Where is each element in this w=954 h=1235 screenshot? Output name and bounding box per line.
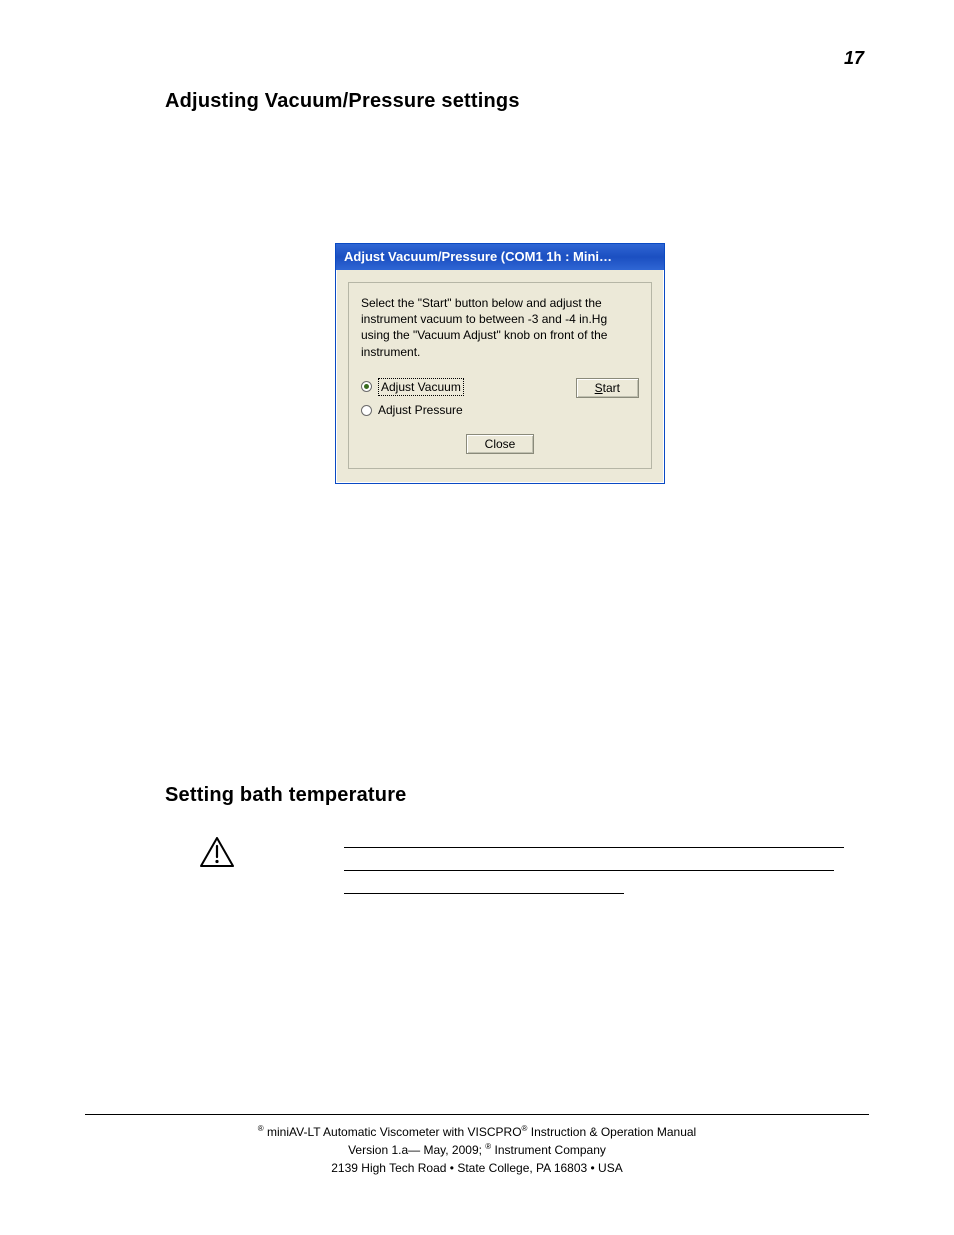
- radio-group-adjust-mode: Adjust Vacuum Adjust Pressure: [361, 378, 464, 418]
- footer-line-1-post: Instruction & Operation Manual: [527, 1125, 696, 1139]
- caution-triangle-icon: [200, 837, 234, 867]
- footer-line-2a: Version 1.a— May, 2009;: [348, 1143, 485, 1157]
- radio-indicator-selected-icon: [361, 381, 372, 392]
- heading-setting-bath-temperature: Setting bath temperature: [165, 784, 869, 807]
- underline-2: [344, 870, 834, 871]
- start-button[interactable]: Start: [576, 378, 639, 398]
- start-button-rest: tart: [603, 381, 620, 395]
- dialog-panel: Select the "Start" button below and adju…: [348, 282, 652, 469]
- heading-adjusting-vacuum: Adjusting Vacuum/Pressure settings: [165, 90, 869, 113]
- dialog-adjust-vacuum-pressure: Adjust Vacuum/Pressure (COM1 1h : Mini… …: [335, 243, 665, 484]
- dialog-body: Select the "Start" button below and adju…: [336, 270, 664, 483]
- caution-section: [200, 837, 869, 916]
- footer-line-1: ® miniAV-LT Automatic Viscometer with VI…: [85, 1123, 869, 1141]
- dialog-instruction-text: Select the "Start" button below and adju…: [361, 295, 639, 360]
- footer-line-2: Version 1.a— May, 2009; ® Instrument Com…: [85, 1141, 869, 1159]
- close-button[interactable]: Close: [466, 434, 535, 454]
- dialog-titlebar: Adjust Vacuum/Pressure (COM1 1h : Mini…: [336, 244, 664, 270]
- radio-label-vacuum: Adjust Vacuum: [378, 378, 464, 396]
- footer: ® miniAV-LT Automatic Viscometer with VI…: [85, 1123, 869, 1177]
- page-number: 17: [844, 48, 864, 69]
- radio-adjust-pressure[interactable]: Adjust Pressure: [361, 402, 464, 418]
- start-button-accel: S: [595, 381, 603, 395]
- underline-3: [344, 893, 624, 894]
- dialog-controls-row: Adjust Vacuum Adjust Pressure Start: [361, 378, 639, 418]
- footer-line-1-pre: miniAV-LT Automatic Viscometer with VISC…: [264, 1125, 522, 1139]
- radio-indicator-unselected-icon: [361, 405, 372, 416]
- footer-line-3: 2139 High Tech Road • State College, PA …: [85, 1160, 869, 1177]
- close-button-row: Close: [361, 434, 639, 454]
- radio-adjust-vacuum[interactable]: Adjust Vacuum: [361, 378, 464, 396]
- dialog-container: Adjust Vacuum/Pressure (COM1 1h : Mini… …: [335, 243, 665, 484]
- footer-rule: [85, 1114, 869, 1115]
- radio-label-pressure: Adjust Pressure: [378, 402, 463, 418]
- underline-1: [344, 847, 844, 848]
- caution-underlines: [344, 847, 869, 916]
- footer-line-2b: Instrument Company: [491, 1143, 606, 1157]
